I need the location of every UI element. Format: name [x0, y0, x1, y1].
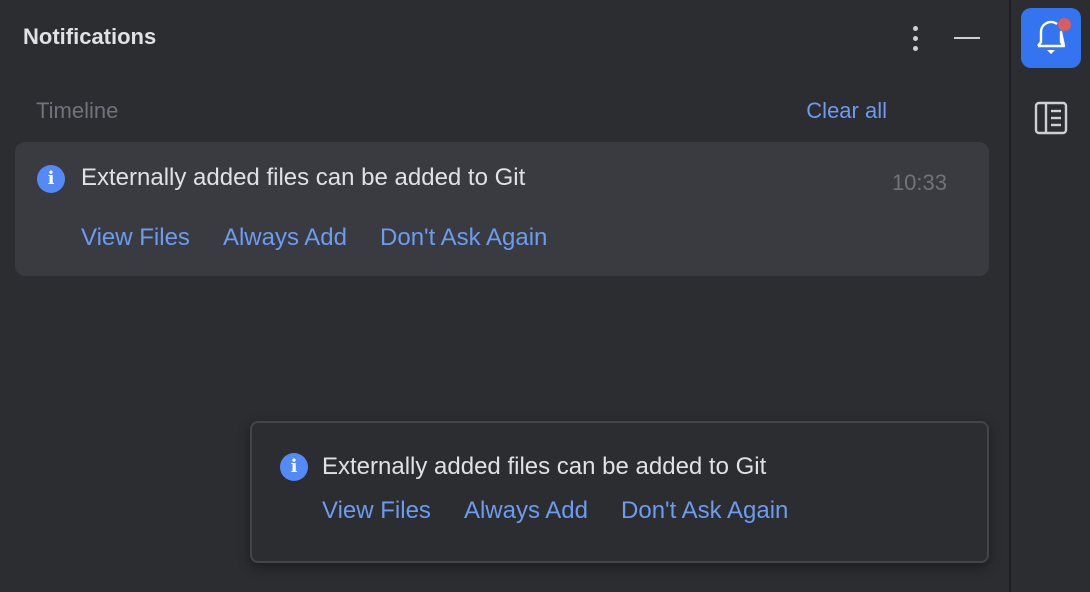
panel-title: Notifications [23, 24, 156, 50]
more-options-icon[interactable] [908, 26, 922, 52]
view-files-link[interactable]: View Files [322, 497, 431, 525]
notification-time: 10:33 [892, 170, 947, 196]
dont-ask-again-link[interactable]: Don't Ask Again [380, 224, 547, 252]
structure-panel-icon[interactable] [1033, 100, 1069, 136]
notification-balloon: i Externally added files can be added to… [250, 421, 989, 563]
notifications-button[interactable] [1021, 8, 1081, 68]
timeline-label: Timeline [36, 98, 118, 124]
tool-window-stripe [1009, 0, 1090, 592]
view-files-link[interactable]: View Files [81, 224, 190, 252]
unread-badge [1058, 18, 1071, 31]
bell-icon [1021, 8, 1081, 68]
always-add-link[interactable]: Always Add [464, 497, 588, 525]
notification-card: i Externally added files can be added to… [15, 142, 989, 276]
clear-all-link[interactable]: Clear all [806, 98, 887, 124]
info-icon: i [280, 453, 308, 481]
minimize-icon[interactable] [954, 28, 980, 48]
balloon-message: Externally added files can be added to G… [322, 453, 766, 481]
notification-message: Externally added files can be added to G… [81, 164, 525, 192]
dont-ask-again-link[interactable]: Don't Ask Again [621, 497, 788, 525]
always-add-link[interactable]: Always Add [223, 224, 347, 252]
info-icon: i [37, 165, 65, 193]
